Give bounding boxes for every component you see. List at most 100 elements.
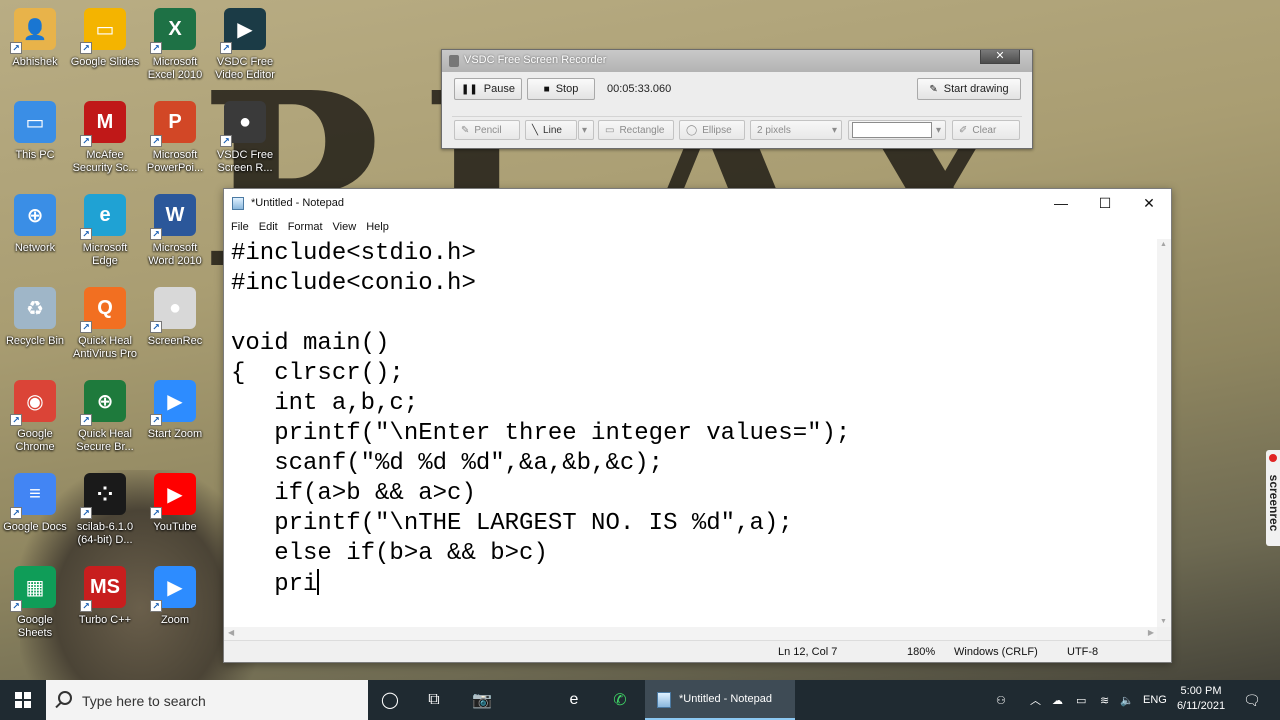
desktop-shortcut[interactable]: ▶ ↗ VSDC Free Video Editor <box>208 8 282 94</box>
code-line: void main() <box>231 329 1158 359</box>
menu-help[interactable]: Help <box>361 217 394 239</box>
color-select[interactable]: ▾ <box>848 120 946 140</box>
pause-button[interactable]: ❚❚ Pause <box>454 78 522 100</box>
edge-taskbar-icon[interactable]: e <box>552 680 596 720</box>
desktop-shortcut[interactable]: ⁘ ↗ scilab-6.1.0 (64-bit) D... <box>68 473 142 559</box>
notepad-title-bar[interactable]: *Untitled - Notepad — ☐ ✕ <box>224 189 1171 217</box>
desktop-shortcut[interactable]: ▦ ↗ Google Sheets <box>0 566 72 652</box>
show-hidden-icons-icon[interactable]: ︿ <box>1030 680 1041 720</box>
people-icon[interactable]: ⚇ <box>996 680 1006 720</box>
shortcut-arrow-icon: ↗ <box>10 414 22 426</box>
desktop-shortcut[interactable]: ⊕ ↗ Quick Heal Secure Br... <box>68 380 142 466</box>
ellipse-icon: ◯ <box>686 124 698 136</box>
color-swatch <box>852 122 932 138</box>
rectangle-tool[interactable]: ▭ Rectangle <box>598 120 674 140</box>
notepad-text-area[interactable]: #include<stdio.h> #include<conio.h> void m… <box>224 239 1158 627</box>
start-drawing-button[interactable]: ✎ Start drawing <box>917 78 1021 100</box>
chevron-down-icon: ▾ <box>935 124 941 136</box>
desktop-shortcut[interactable]: X ↗ Microsoft Excel 2010 <box>138 8 212 94</box>
desktop-shortcut[interactable]: ▶ ↗ YouTube <box>138 473 212 559</box>
code-line-text: printf("\nEnter three integer values="); <box>231 420 851 447</box>
vertical-scrollbar[interactable]: ▲ ▼ <box>1157 239 1171 627</box>
desktop-shortcut[interactable]: ⊕ Network <box>0 194 72 280</box>
menu-format[interactable]: Format <box>283 217 328 239</box>
desktop-shortcut[interactable]: ● ↗ ScreenRec <box>138 287 212 373</box>
volume-icon[interactable]: 🔈 <box>1120 680 1134 720</box>
rectangle-label: Rectangle <box>619 124 665 136</box>
shortcut-arrow-icon: ↗ <box>10 42 22 54</box>
code-line-text: void main() <box>231 330 390 357</box>
pencil-tool[interactable]: ✎ Pencil <box>454 120 520 140</box>
shortcut-arrow-icon: ↗ <box>220 135 232 147</box>
desktop-shortcut[interactable]: M ↗ McAfee Security Sc... <box>68 101 142 187</box>
desktop-shortcut[interactable]: ▶ ↗ Start Zoom <box>138 380 212 466</box>
line-tool[interactable]: ╲ Line <box>525 120 577 140</box>
stop-button[interactable]: ■ Stop <box>527 78 595 100</box>
desktop-shortcut[interactable]: ≡ ↗ Google Docs <box>0 473 72 559</box>
clear-button[interactable]: ✐ Clear <box>952 120 1020 140</box>
desktop-shortcut[interactable]: P ↗ Microsoft PowerPoi... <box>138 101 212 187</box>
zoom-level: 180% <box>907 646 936 658</box>
code-line-text: #include<stdio.h> <box>231 240 476 267</box>
close-button[interactable]: ✕ <box>1127 189 1171 217</box>
record-dot-icon <box>1269 454 1277 462</box>
desktop-shortcut[interactable]: e ↗ Microsoft Edge <box>68 194 142 280</box>
vsdc-title: VSDC Free Screen Recorder <box>464 54 607 66</box>
cortana-icon[interactable]: ◯ <box>368 680 412 720</box>
scilab-icon: ⁘ ↗ <box>80 473 126 519</box>
ellipse-label: Ellipse <box>702 124 732 136</box>
edge-icon: e ↗ <box>80 194 126 240</box>
desktop-shortcut[interactable]: MS ↗ Turbo C++ <box>68 566 142 652</box>
scroll-right-icon[interactable]: ▶ <box>1148 628 1154 637</box>
menu-view[interactable]: View <box>328 217 362 239</box>
notifications-icon[interactable]: 🗨 <box>1243 680 1261 720</box>
desktop-shortcut-label: McAfee Security Sc... <box>72 149 138 174</box>
code-line: printf("\nEnter three integer values="); <box>231 419 1158 449</box>
vsdc-title-bar[interactable]: VSDC Free Screen Recorder ✕ <box>442 50 1032 72</box>
maximize-button[interactable]: ☐ <box>1083 189 1127 217</box>
shortcut-arrow-icon: ↗ <box>80 228 92 240</box>
desktop-shortcut[interactable]: ▶ ↗ Zoom <box>138 566 212 652</box>
scroll-up-icon[interactable]: ▲ <box>1160 241 1167 248</box>
desktop-shortcut[interactable]: ● ↗ VSDC Free Screen R... <box>208 101 282 187</box>
text-caret <box>317 569 319 595</box>
line-dropdown[interactable]: ▾ <box>578 120 594 140</box>
desktop-shortcut-label: Google Sheets <box>17 614 53 639</box>
menu-edit[interactable]: Edit <box>254 217 283 239</box>
vsdc-screen-recorder-icon: ● ↗ <box>220 101 266 147</box>
wifi-icon[interactable]: ≋ <box>1100 680 1109 720</box>
scroll-down-icon[interactable]: ▼ <box>1160 618 1167 625</box>
taskbar-search-box[interactable]: Type here to search <box>46 680 368 720</box>
desktop-shortcut[interactable]: ♻ Recycle Bin <box>0 287 72 373</box>
whatsapp-icon[interactable]: ✆ <box>598 680 642 720</box>
desktop-shortcut-label: Microsoft PowerPoi... <box>146 149 204 174</box>
menu-file[interactable]: File <box>226 217 254 239</box>
code-line: pri <box>231 569 1158 599</box>
code-line: scanf("%d %d %d",&a,&b,&c); <box>231 449 1158 479</box>
battery-icon[interactable]: ▭ <box>1076 680 1086 720</box>
clock[interactable]: 5:00 PM 6/11/2021 <box>1168 684 1234 714</box>
scroll-left-icon[interactable]: ◀ <box>228 628 234 637</box>
language-indicator[interactable]: ENG <box>1143 680 1167 720</box>
minimize-button[interactable]: — <box>1039 189 1083 217</box>
desktop-shortcut[interactable]: W ↗ Microsoft Word 2010 <box>138 194 212 280</box>
desktop-shortcut[interactable]: 👤 ↗ Abhishek <box>0 8 72 94</box>
vsdc-close-button[interactable]: ✕ <box>980 50 1020 64</box>
desktop-shortcut[interactable]: Q ↗ Quick Heal AntiVirus Pro <box>68 287 142 373</box>
zoom-icon: ▶ ↗ <box>150 566 196 612</box>
camera-app-icon[interactable]: 📷 <box>460 680 504 720</box>
line-label: Line <box>543 124 562 136</box>
desktop-shortcut[interactable]: ▭ ↗ Google Slides <box>68 8 142 94</box>
onedrive-icon[interactable]: ☁ <box>1052 680 1063 720</box>
desktop-shortcut[interactable]: ◉ ↗ Google Chrome <box>0 380 72 466</box>
screenrec-side-tab[interactable]: screenrec <box>1266 450 1280 546</box>
task-view-icon[interactable]: ⧉ <box>412 680 456 720</box>
horizontal-scrollbar[interactable]: ◀ ▶ <box>224 627 1158 641</box>
taskbar-notepad-app[interactable]: *Untitled - Notepad <box>645 680 795 720</box>
pencil-icon: ✎ <box>461 124 470 136</box>
desktop-shortcut[interactable]: ▭ This PC <box>0 101 72 187</box>
ellipse-tool[interactable]: ◯ Ellipse <box>679 120 745 140</box>
line-width-select[interactable]: 2 pixels ▾ <box>750 120 842 140</box>
start-button[interactable] <box>0 680 46 720</box>
eraser-icon: ✐ <box>959 124 968 136</box>
